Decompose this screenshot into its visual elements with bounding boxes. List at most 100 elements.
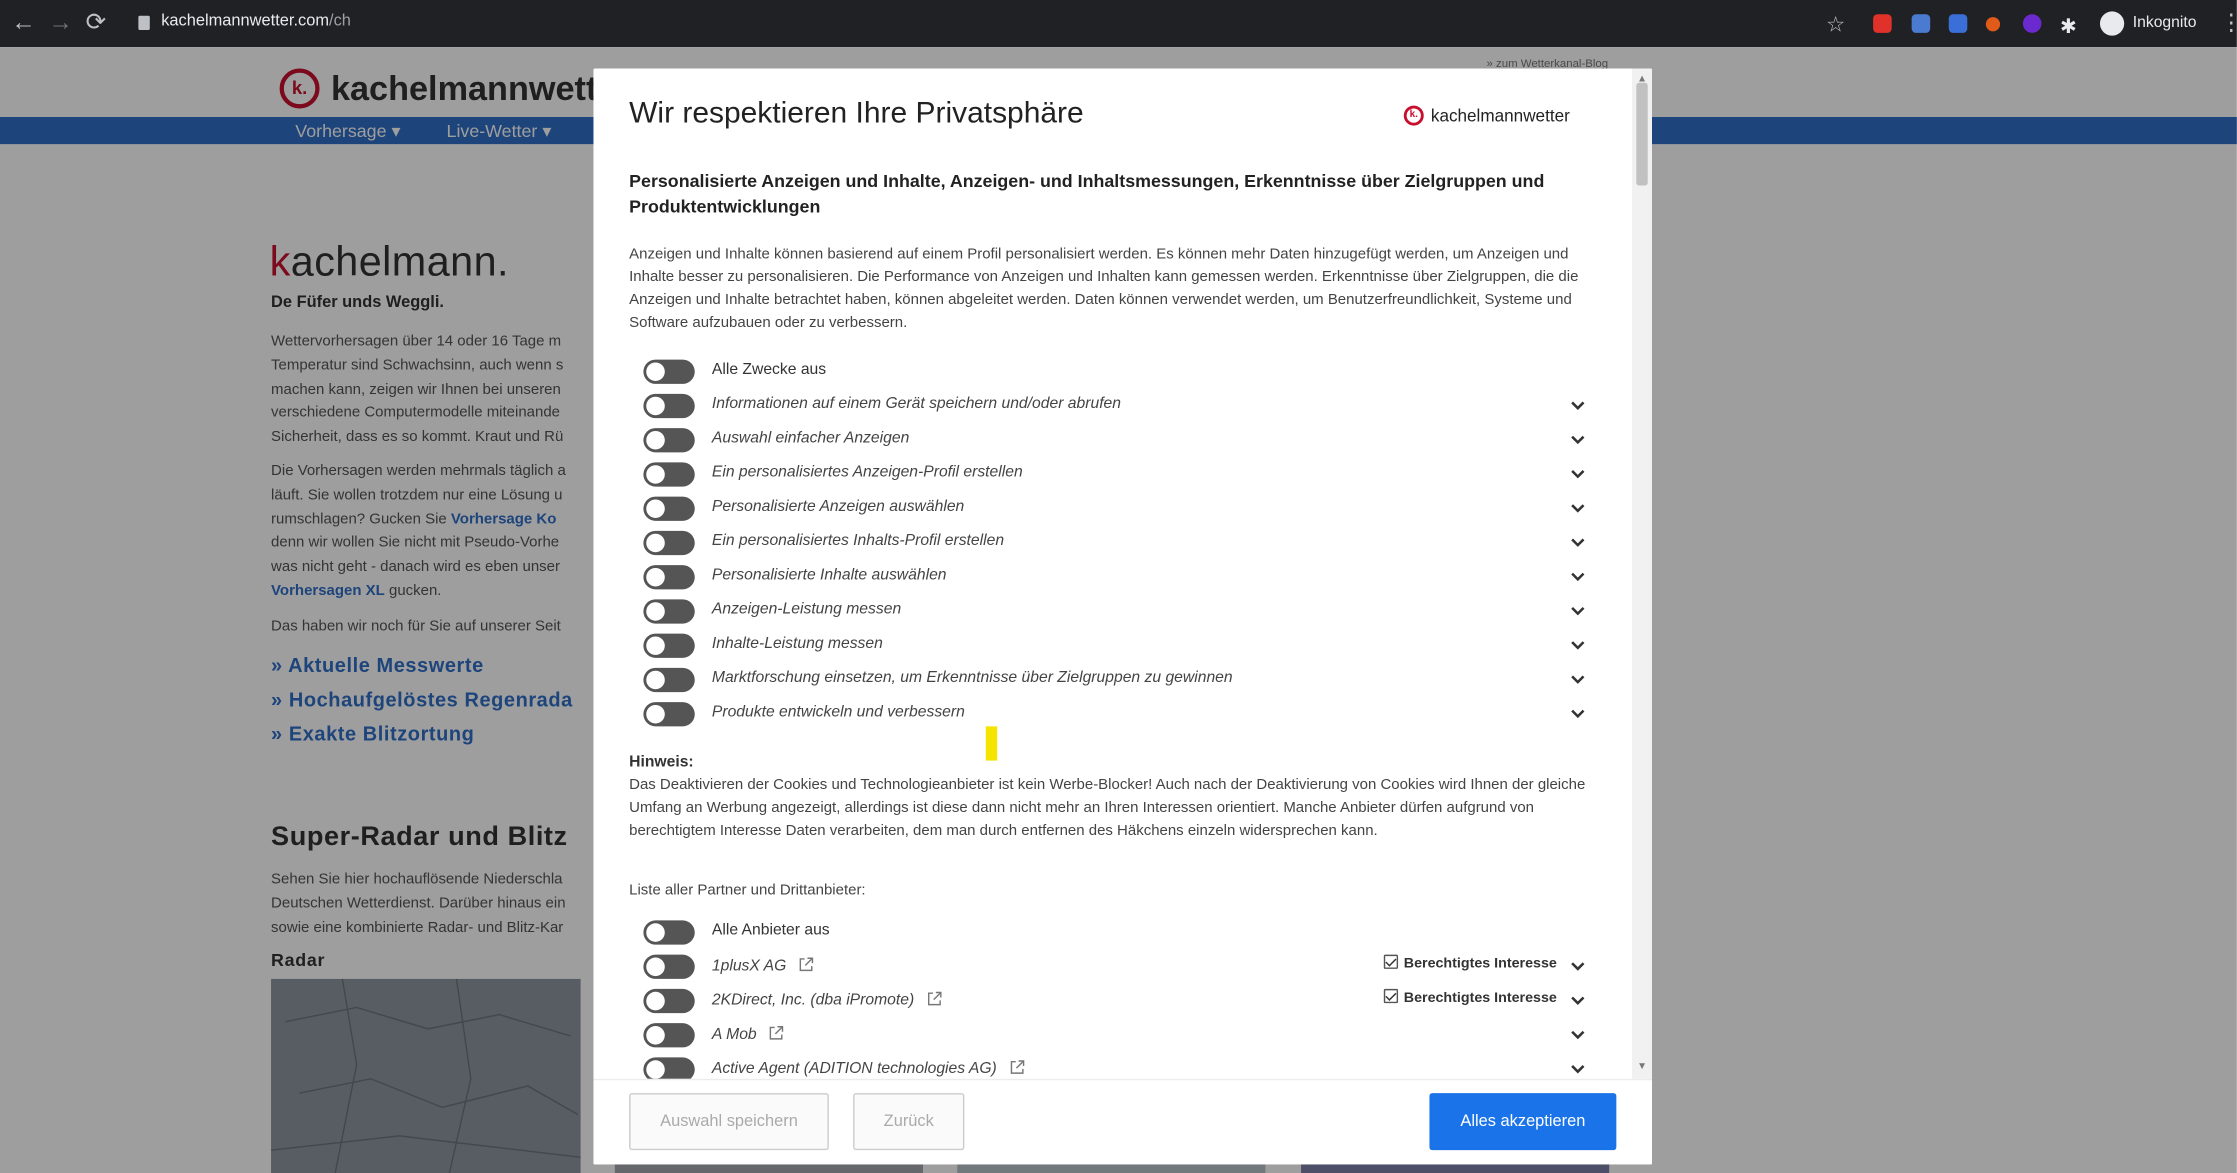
incognito-icon[interactable] [2099, 11, 2125, 36]
chevron-down-icon[interactable] [1568, 464, 1588, 484]
chevron-down-icon[interactable] [1568, 704, 1588, 724]
purpose-toggle[interactable] [643, 702, 695, 727]
vendor-name: 2KDirect, Inc. (dba iPromote) [711, 991, 915, 1009]
purpose-toggle[interactable] [643, 530, 695, 556]
legitimate-interest-label: Berechtigtes Interesse [1403, 956, 1557, 972]
purpose-row: Auswahl einfacher Anzeigen [643, 424, 1596, 453]
vendor-toggle[interactable] [643, 988, 695, 1014]
extension-icon-1[interactable] [1873, 14, 1892, 33]
extension-icon-2[interactable] [1911, 14, 1931, 33]
external-link-icon[interactable] [786, 957, 815, 975]
purpose-row: Inhalte-Leistung messen [643, 629, 1596, 658]
modal-footer: Auswahl speichern Zurück Alles akzeptier… [593, 1078, 1653, 1165]
external-link-icon[interactable] [997, 1060, 1026, 1077]
scrollbar-thumb[interactable] [1636, 82, 1648, 186]
browser-menu-icon[interactable]: ⋮ [2220, 9, 2237, 38]
purpose-toggle[interactable] [643, 599, 695, 624]
purpose-row: Anzeigen-Leistung messen [643, 595, 1596, 624]
save-selection-button[interactable]: Auswahl speichern [629, 1093, 829, 1151]
chevron-down-icon[interactable] [1568, 1059, 1588, 1079]
purpose-toggle[interactable] [643, 565, 695, 590]
chevron-down-icon[interactable] [1568, 956, 1588, 976]
chevron-down-icon[interactable] [1568, 1025, 1588, 1045]
browser-toolbar: ← → ⟳ kachelmannwetter.com/ch ☆ ✱ Inkogn… [0, 0, 2237, 48]
purpose-label: Marktforschung einsetzen, um Erkenntniss… [711, 669, 1233, 687]
chevron-down-icon[interactable] [1568, 567, 1588, 587]
chevron-down-icon[interactable] [1568, 430, 1588, 450]
vendor-toggle[interactable] [643, 954, 695, 979]
reload-icon[interactable]: ⟳ [86, 9, 106, 38]
purpose-label: Ein personalisiertes Anzeigen-Profil ers… [711, 463, 1023, 481]
legitimate-interest-label: Berechtigtes Interesse [1403, 990, 1557, 1007]
chevron-down-icon[interactable] [1568, 395, 1588, 415]
chevron-down-icon[interactable] [1568, 532, 1588, 552]
external-link-icon[interactable] [914, 991, 943, 1009]
purpose-toggle[interactable] [643, 428, 695, 453]
legitimate-interest-checkbox[interactable]: Berechtigtes Interesse [1383, 954, 1557, 972]
all-vendors-label: Alle Anbieter aus [711, 921, 830, 939]
forward-icon[interactable]: → [49, 9, 73, 38]
extensions-puzzle-icon[interactable]: ✱ [2060, 11, 2077, 40]
back-icon[interactable]: ← [11, 9, 35, 38]
back-button[interactable]: Zurück [853, 1093, 965, 1151]
purpose-toggle[interactable] [643, 462, 695, 487]
extension-icon-4[interactable] [1985, 17, 2001, 32]
purpose-row: Personalisierte Inhalte auswählen [643, 561, 1596, 590]
chevron-down-icon[interactable] [1568, 990, 1588, 1010]
vendor-label: 1plusX AG [712, 956, 815, 975]
purpose-label: Personalisierte Anzeigen auswählen [711, 498, 965, 516]
checkbox-checked-icon[interactable] [1383, 988, 1399, 1004]
extension-icon-5[interactable] [2022, 14, 2042, 33]
bookmark-star-icon[interactable]: ☆ [1826, 11, 1845, 40]
purpose-label: Informationen auf einem Gerät speichern … [711, 395, 1122, 413]
modal-brand-text: kachelmannwetter [1430, 105, 1570, 126]
purpose-toggle[interactable] [643, 496, 695, 521]
purposes-description: Anzeigen und Inhalte können basierend au… [629, 245, 1579, 332]
incognito-label: Inkognito [2132, 14, 2197, 32]
vendor-name: A Mob [711, 1026, 757, 1044]
extension-icon-3[interactable] [1948, 14, 1968, 33]
all-purposes-toggle[interactable] [643, 359, 695, 384]
purpose-row: Informationen auf einem Gerät speichern … [643, 390, 1596, 419]
purpose-label: Auswahl einfacher Anzeigen [711, 429, 910, 447]
chevron-down-icon[interactable] [1568, 498, 1588, 518]
purpose-row: Marktforschung einsetzen, um Erkenntniss… [643, 664, 1596, 693]
checkbox-checked-icon[interactable] [1383, 954, 1399, 969]
chevron-down-icon[interactable] [1568, 669, 1588, 689]
address-bar[interactable]: kachelmannwetter.com/ch [161, 13, 351, 30]
note-heading: Hinweis: [629, 753, 694, 771]
purposes-heading: Personalisierte Anzeigen und Inhalte, An… [629, 171, 1545, 217]
vendor-toggle[interactable] [643, 1023, 695, 1048]
vendor-label: Active Agent (ADITION technologies AG) [711, 1059, 1026, 1078]
chevron-down-icon[interactable] [1568, 601, 1588, 621]
all-purposes-row: Alle Zwecke aus [643, 355, 1596, 384]
accept-all-button[interactable]: Alles akzeptieren [1429, 1093, 1617, 1151]
purpose-row: Ein personalisiertes Inhalts-Profil erst… [643, 527, 1596, 556]
external-link-icon[interactable] [757, 1026, 786, 1043]
purpose-label: Anzeigen-Leistung messen [711, 600, 902, 618]
legitimate-interest-checkbox[interactable]: Berechtigtes Interesse [1383, 988, 1557, 1007]
all-vendors-toggle[interactable] [643, 920, 695, 945]
chevron-down-icon[interactable] [1568, 635, 1588, 655]
purpose-toggle[interactable] [643, 633, 695, 658]
vendor-label: 2KDirect, Inc. (dba iPromote) [712, 990, 943, 1009]
consent-modal: Wir respektieren Ihre Privatsphäre k. ka… [593, 68, 1653, 1165]
modal-title: Wir respektieren Ihre Privatsphäre [629, 97, 1084, 130]
modal-scrollbar[interactable] [1632, 68, 1653, 1079]
vendor-row: A Mob [643, 1019, 1596, 1048]
modal-brand-logo-icon: k. [1403, 105, 1424, 126]
note-text: Das Deaktivieren der Cookies und Technol… [629, 776, 1586, 839]
purpose-row: Produkte entwickeln und verbessern [643, 698, 1596, 727]
all-vendors-row: Alle Anbieter aus [643, 916, 1596, 945]
purpose-label: Inhalte-Leistung messen [711, 635, 883, 653]
purpose-toggle[interactable] [643, 667, 695, 693]
vendor-name: Active Agent (ADITION technologies AG) [711, 1060, 997, 1078]
vendor-label: A Mob [711, 1025, 786, 1044]
purpose-row: Ein personalisiertes Anzeigen-Profil ers… [643, 458, 1596, 487]
purpose-toggle[interactable] [643, 393, 695, 419]
yellow-marker [985, 726, 998, 761]
scroll-down-arrow-icon[interactable]: ▼ [1636, 1062, 1647, 1073]
vendor-name: 1plusX AG [711, 957, 787, 975]
purpose-label: Ein personalisiertes Inhalts-Profil erst… [711, 532, 1005, 550]
vendor-row: 1plusX AG Berechtigtes Interesse [643, 950, 1596, 979]
